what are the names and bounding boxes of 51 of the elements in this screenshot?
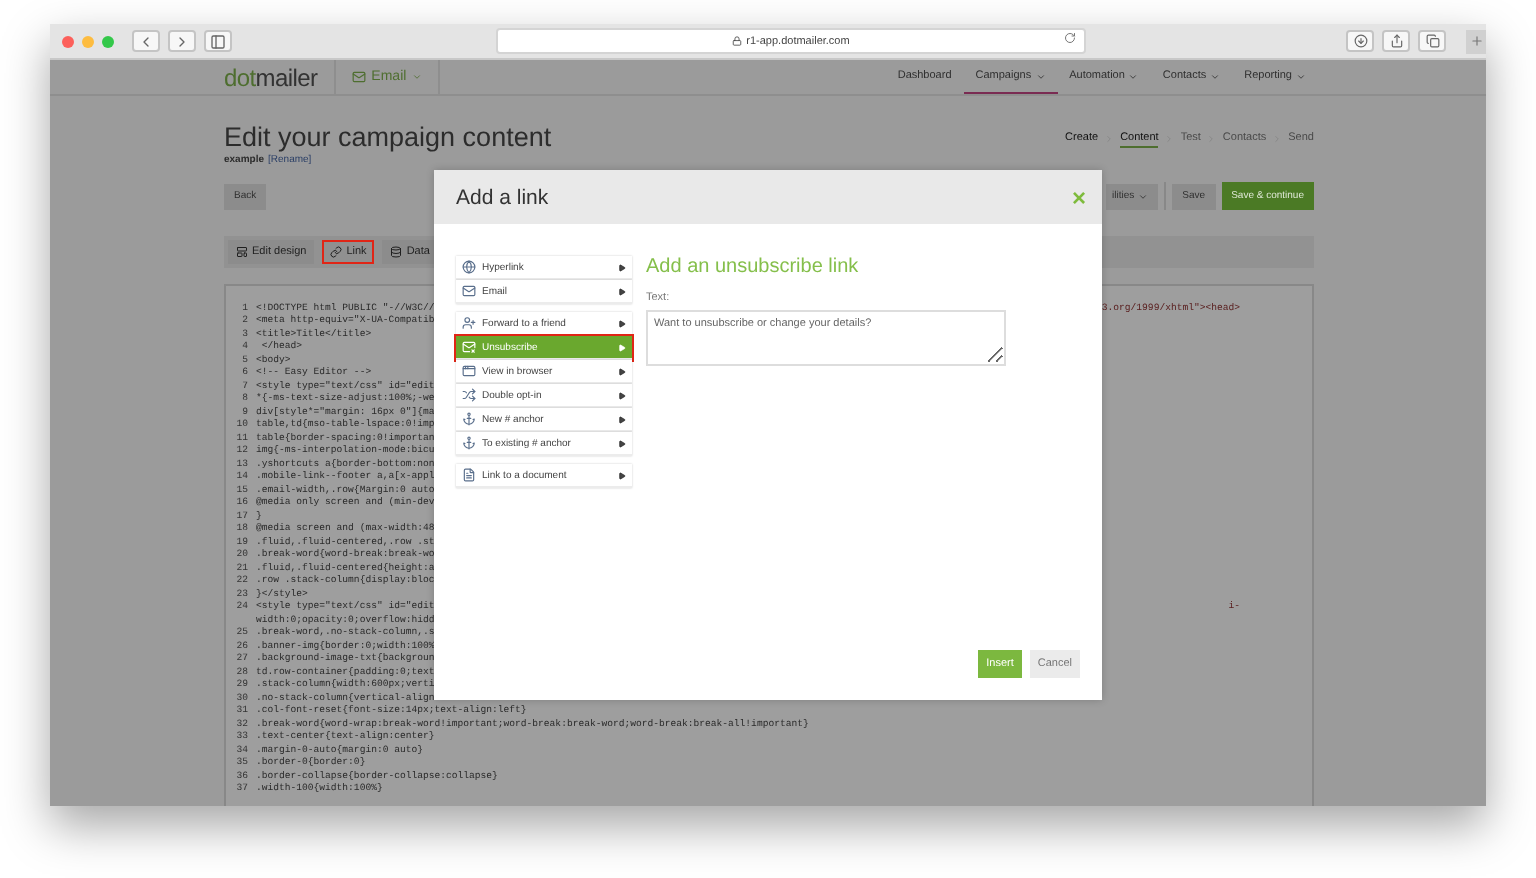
download-button[interactable] [1346, 30, 1374, 52]
dialog-heading: Add an unsubscribe link [646, 256, 861, 278]
sidebar-icon [210, 33, 226, 49]
reload-icon[interactable] [1064, 32, 1076, 44]
caret-icon [1296, 71, 1306, 81]
arrow-icon [618, 415, 626, 423]
arrow-icon [618, 391, 626, 399]
plus-icon [1469, 34, 1483, 48]
caret-icon [1138, 191, 1149, 201]
caret-icon [1210, 71, 1221, 81]
link-icon [330, 246, 343, 258]
envelope-icon [462, 284, 476, 298]
back-button[interactable] [132, 30, 160, 52]
window-icon [462, 364, 476, 378]
document-icon [462, 468, 476, 482]
sidebar-button[interactable] [204, 30, 232, 52]
email-icon [351, 70, 366, 84]
back-icon [138, 33, 154, 49]
arrow-icon [618, 319, 626, 327]
close-window-icon[interactable] [62, 35, 74, 47]
arrow-icon [618, 367, 626, 375]
share-icon [1389, 34, 1403, 48]
database-icon [390, 246, 403, 258]
layout-icon [236, 246, 248, 258]
arrow-icon [618, 263, 626, 271]
minimize-window-icon[interactable] [82, 35, 94, 47]
arrow-icon [618, 287, 626, 295]
anchor-icon [462, 436, 476, 450]
arrow-icon [618, 471, 626, 479]
maximize-window-icon[interactable] [102, 35, 114, 47]
logo: dotmailer [224, 63, 318, 91]
arrows-icon [462, 388, 476, 402]
forward-icon [174, 33, 190, 49]
envelope-icon [462, 340, 476, 354]
tabs-button[interactable] [1418, 30, 1446, 52]
new-tab-button[interactable] [1466, 29, 1486, 53]
share-button[interactable] [1382, 30, 1410, 52]
arrow-icon [618, 439, 626, 447]
forward-button[interactable] [168, 30, 196, 52]
arrow-icon [618, 343, 626, 351]
caret-icon [1128, 71, 1139, 81]
globe-icon [462, 260, 476, 274]
anchor-icon [462, 412, 476, 426]
download-icon [1353, 34, 1367, 48]
caret-icon [1035, 71, 1046, 81]
lock-icon [732, 36, 743, 46]
person-plus-icon [462, 316, 476, 330]
dialog-title: Add a link [456, 185, 549, 209]
page-title: Edit your campaign content [224, 122, 552, 152]
caret-icon [412, 72, 423, 82]
tabs-icon [1425, 34, 1439, 48]
